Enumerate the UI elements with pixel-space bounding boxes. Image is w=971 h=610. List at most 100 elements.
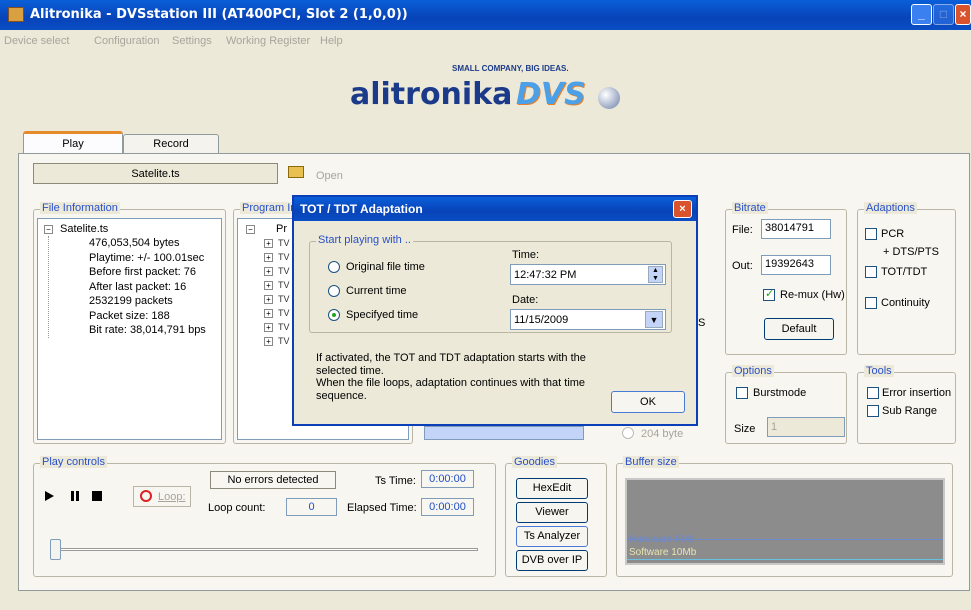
dialog-title: TOT / TDT Adaptation bbox=[300, 202, 423, 216]
hexedit-button[interactable]: HexEdit bbox=[516, 478, 588, 499]
menu-settings[interactable]: Settings bbox=[172, 35, 212, 47]
options-title: Options bbox=[732, 365, 774, 377]
pause-icon[interactable] bbox=[71, 491, 79, 501]
file-info-title: File Information bbox=[40, 202, 120, 214]
file-info-line: Playtime: +/- 100.01sec bbox=[89, 251, 205, 264]
play-controls-group: Play controls Loop: No errors detected L… bbox=[33, 456, 496, 577]
loop-count-value: 0 bbox=[308, 501, 315, 513]
viewer-button[interactable]: Viewer bbox=[516, 502, 588, 523]
continuity-checkbox[interactable] bbox=[865, 297, 877, 309]
expand-icon[interactable]: + bbox=[264, 323, 273, 332]
dvb-over-ip-button[interactable]: DVB over IP bbox=[516, 550, 588, 571]
ts-time-label: Ts Time: bbox=[375, 475, 416, 487]
scrollbar-partial[interactable] bbox=[424, 426, 584, 440]
bitrate-out-field[interactable]: 19392643 bbox=[761, 255, 831, 275]
maximize-button[interactable]: □ bbox=[933, 4, 954, 25]
file-name-display: Satelite.ts bbox=[33, 163, 278, 184]
expand-icon[interactable]: + bbox=[264, 337, 273, 346]
bitrate-file-field[interactable]: 38014791 bbox=[761, 219, 831, 239]
logo-brand: alitronika bbox=[350, 77, 513, 112]
original-time-radio[interactable] bbox=[328, 261, 340, 273]
logo-sphere bbox=[598, 87, 620, 109]
menu-configuration[interactable]: Configuration bbox=[94, 35, 159, 47]
file-info-tree[interactable]: − Satelite.ts 476,053,504 bytes Playtime:… bbox=[37, 218, 222, 440]
start-group-title: Start playing with .. bbox=[316, 234, 413, 246]
expand-icon[interactable]: + bbox=[264, 253, 273, 262]
file-info-root: Satelite.ts bbox=[60, 223, 109, 235]
byte-radio[interactable] bbox=[622, 427, 634, 439]
loop-label: Loop: bbox=[158, 491, 186, 503]
sub-range-checkbox[interactable] bbox=[867, 405, 879, 417]
time-value: 12:47:32 PM bbox=[514, 269, 577, 281]
ts-analyzer-button[interactable]: Ts Analyzer bbox=[516, 526, 588, 547]
current-time-label: Current time bbox=[346, 285, 407, 297]
start-group: Start playing with .. Original file time… bbox=[309, 234, 672, 333]
time-spin-icon[interactable]: ▲ ▼ bbox=[648, 266, 663, 283]
ts-time-value: 0:00:00 bbox=[429, 473, 466, 485]
folder-open-icon[interactable] bbox=[288, 166, 304, 178]
sub-range-label: Sub Range bbox=[882, 405, 938, 417]
continuity-label: Continuity bbox=[881, 297, 930, 309]
buffer-sw-line bbox=[627, 559, 943, 560]
ok-button[interactable]: OK bbox=[611, 391, 685, 413]
expand-icon[interactable]: + bbox=[264, 295, 273, 304]
default-button[interactable]: Default bbox=[764, 318, 834, 340]
dialog-close-button[interactable]: × bbox=[673, 200, 692, 218]
buffer-group: Buffer size Hardware 8Mb Software 10Mb bbox=[616, 456, 953, 577]
dts-label: + DTS/PTS bbox=[883, 246, 939, 258]
open-label[interactable]: Open bbox=[316, 170, 343, 182]
expand-icon[interactable]: + bbox=[264, 309, 273, 318]
tab-play[interactable]: Play bbox=[23, 131, 123, 154]
seek-track[interactable] bbox=[54, 548, 478, 551]
collapse-icon[interactable]: − bbox=[246, 225, 255, 234]
error-insertion-checkbox[interactable] bbox=[867, 387, 879, 399]
expand-icon[interactable]: + bbox=[264, 239, 273, 248]
menu-help[interactable]: Help bbox=[320, 35, 343, 47]
tot-tdt-dialog: TOT / TDT Adaptation × Start playing wit… bbox=[292, 195, 698, 426]
logo-dvs: DVS bbox=[516, 77, 586, 112]
date-field[interactable]: 11/15/2009 ▼ bbox=[510, 309, 666, 330]
dialog-title-bar[interactable]: TOT / TDT Adaptation × bbox=[294, 197, 696, 221]
time-label: Time: bbox=[512, 249, 540, 261]
menu-device-select[interactable]: Device select bbox=[4, 35, 69, 47]
hidden-s-label: S bbox=[698, 317, 706, 329]
burstmode-checkbox[interactable] bbox=[736, 387, 748, 399]
minimize-button[interactable]: _ bbox=[911, 4, 932, 25]
seek-thumb[interactable] bbox=[50, 539, 61, 560]
expand-icon[interactable]: + bbox=[264, 281, 273, 290]
bitrate-group: Bitrate File: 38014791 Out: 19392643 ✓ R… bbox=[725, 202, 847, 355]
file-info-line: 476,053,504 bytes bbox=[89, 237, 180, 249]
date-value: 11/15/2009 bbox=[514, 314, 569, 326]
program-item: TV bbox=[278, 252, 290, 262]
program-item: TV bbox=[278, 308, 290, 318]
title-bar[interactable]: Alitronika - DVSstation III (AT400PCI, S… bbox=[0, 0, 971, 30]
program-item: TV bbox=[278, 322, 290, 332]
remux-label: Re-mux (Hw) bbox=[780, 289, 845, 301]
date-dropdown-icon[interactable]: ▼ bbox=[645, 311, 663, 328]
close-button[interactable]: × bbox=[955, 4, 971, 25]
time-field[interactable]: 12:47:32 PM ▲ ▼ bbox=[510, 264, 666, 285]
elapsed-field: 0:00:00 bbox=[421, 498, 474, 516]
specified-time-label: Specifyed time bbox=[346, 309, 419, 321]
play-icon[interactable] bbox=[45, 491, 54, 501]
bitrate-title: Bitrate bbox=[732, 202, 768, 214]
loop-button[interactable]: Loop: bbox=[133, 486, 191, 507]
menu-working-register[interactable]: Working Register bbox=[226, 35, 310, 47]
file-name-text: Satelite.ts bbox=[131, 168, 180, 180]
tools-group: Tools Error insertion Sub Range bbox=[857, 365, 956, 444]
pcr-checkbox[interactable] bbox=[865, 228, 877, 240]
stop-icon[interactable] bbox=[92, 491, 102, 501]
expand-icon[interactable]: + bbox=[264, 267, 273, 276]
tab-record[interactable]: Record bbox=[123, 134, 219, 154]
status-display: No errors detected bbox=[210, 471, 336, 489]
tot-tdt-label: TOT/TDT bbox=[881, 266, 928, 278]
tot-tdt-checkbox[interactable] bbox=[865, 266, 877, 278]
current-time-radio[interactable] bbox=[328, 285, 340, 297]
specified-time-radio[interactable] bbox=[328, 309, 340, 321]
collapse-icon[interactable]: − bbox=[44, 225, 53, 234]
remux-checkbox[interactable]: ✓ bbox=[763, 288, 775, 301]
size-field[interactable]: 1 bbox=[767, 417, 845, 437]
file-info-line: Before first packet: 76 bbox=[89, 266, 196, 278]
file-info-line: Packet size: 188 bbox=[89, 309, 170, 322]
goodies-group: Goodies HexEdit Viewer Ts Analyzer DVB o… bbox=[505, 456, 607, 577]
